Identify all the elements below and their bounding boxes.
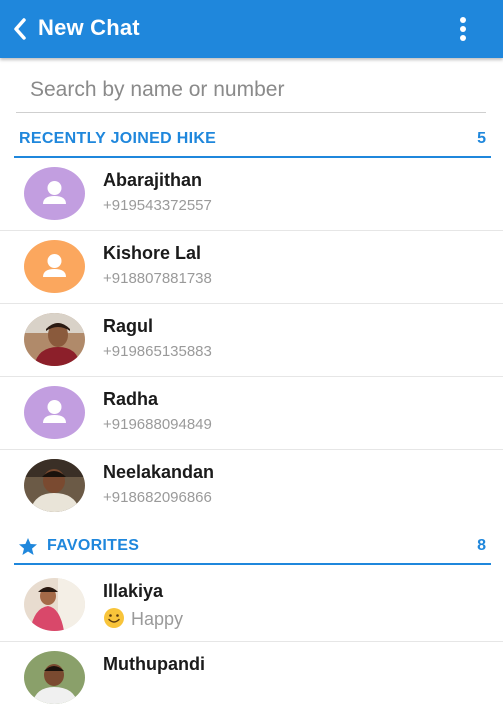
contact-status: Happy [103, 607, 183, 630]
contact-name: Radha [103, 389, 159, 409]
contact-row[interactable]: Ragul +919865135883 [0, 304, 503, 377]
contact-row[interactable]: Radha +919688094849 [0, 377, 503, 450]
back-button[interactable] [8, 15, 34, 43]
overflow-menu-icon-dot [460, 35, 466, 41]
contact-row[interactable]: Abarajithan +919543372557 [0, 158, 503, 231]
contact-name: Ragul [103, 316, 154, 336]
section-count: 8 [477, 537, 486, 554]
contact-name: Kishore Lal [103, 243, 202, 263]
chevron-left-icon [14, 18, 26, 40]
profile-photo [24, 578, 85, 631]
favorite-row[interactable]: Muthupandi [0, 642, 503, 714]
section-title: FAVORITES [47, 537, 140, 554]
contact-name: Neelakandan [103, 462, 215, 482]
avatar [24, 459, 85, 512]
section-title: RECENTLY JOINED HIKE [19, 130, 217, 147]
default-avatar-icon [24, 386, 85, 439]
avatar [24, 240, 85, 293]
avatar [24, 386, 85, 439]
recently-joined-header: RECENTLY JOINED HIKE 5 [14, 124, 491, 158]
status-text: Happy [131, 609, 184, 629]
contact-name: Abarajithan [103, 170, 203, 190]
contact-name: Muthupandi [103, 654, 205, 674]
search-input[interactable] [16, 70, 486, 110]
contact-phone: +919865135883 [103, 343, 212, 360]
overflow-menu-button[interactable] [448, 14, 478, 44]
star-icon [19, 538, 37, 555]
section-count: 5 [477, 130, 486, 147]
default-avatar-icon [24, 240, 85, 293]
favorite-row[interactable]: Illakiya Happy [0, 569, 503, 642]
contact-phone: +918682096866 [103, 489, 212, 506]
search-box [16, 70, 486, 113]
avatar [24, 167, 85, 220]
contact-row[interactable]: Kishore Lal +918807881738 [0, 231, 503, 304]
profile-photo [24, 651, 85, 704]
contact-phone: +919543372557 [103, 197, 212, 214]
contact-phone: +918807881738 [103, 270, 212, 287]
app-bar: New Chat [0, 0, 503, 58]
contact-row[interactable]: Neelakandan +918682096866 [0, 450, 503, 522]
default-avatar-icon [24, 167, 85, 220]
profile-photo [24, 313, 85, 366]
profile-photo [24, 459, 85, 512]
contact-phone: +919688094849 [103, 416, 212, 433]
avatar [24, 313, 85, 366]
overflow-menu-icon [460, 17, 466, 23]
page-title: New Chat [38, 15, 140, 40]
favorites-header: FAVORITES 8 [14, 531, 491, 565]
contact-name: Illakiya [103, 581, 164, 601]
avatar [24, 651, 85, 704]
smiley-emoji-icon [104, 608, 124, 628]
avatar [24, 578, 85, 631]
overflow-menu-icon-dot [460, 26, 466, 32]
